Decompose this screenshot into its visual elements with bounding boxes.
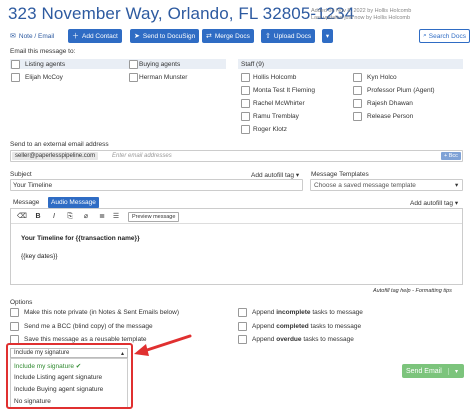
record-meta: Added on Nov 8, 2022 by Hollis Holcomb L… [311,8,411,22]
recipient-checkbox[interactable] [241,99,250,108]
italic-icon[interactable]: I [49,212,59,221]
search-docs-button[interactable]: ⌕ Search Docs [419,29,470,43]
recipient-name: Ramu Tremblay [253,113,299,120]
append-overdue-checkbox[interactable] [238,335,247,344]
send-docusign-button[interactable]: ➤ Send to DocuSign [130,29,200,43]
recipient-checkbox[interactable] [353,112,362,121]
bullet-list-icon[interactable]: ≣ [97,212,107,221]
append-completed-checkbox[interactable] [238,322,247,331]
email-chip[interactable]: seller@paperlesspipeline.com [12,152,99,160]
chevron-down-icon: ▾ [454,200,459,207]
recipient-checkbox[interactable] [11,73,20,82]
search-icon: ⌕ [423,32,427,39]
recipient-name: Herman Munster [139,74,188,81]
added-info: Added on Nov 8, 2022 by Hollis Holcomb [311,8,412,14]
page-header: 323 November Way, Orlando, FL 32805-1234… [8,4,468,28]
append-overdue-label: Append overdue tasks to message [252,336,354,343]
email-to-label: Email this message to: [10,48,76,55]
note-email-button[interactable]: ✉ Note / Email [6,29,58,43]
recipient-name: Rachel McWhirter [253,100,305,107]
autofill-help-link[interactable]: Autofill tag help [373,288,411,294]
external-email-placeholder: Enter email addresses [112,153,172,159]
chevron-down-icon: ▾ [455,182,459,189]
save-template-label: Save this message as a reusable template [24,336,147,343]
recipient-name: Hollis Holcomb [253,74,297,81]
recipient-name: Kyn Holco [367,74,397,81]
subject-autofill-dropdown[interactable]: Add autofill tag ▾ [251,171,299,179]
unlink-icon[interactable]: ⌀ [81,212,91,221]
message-autofill-dropdown[interactable]: Add autofill tag ▾ [410,199,458,207]
chevron-down-icon: ▾ [325,33,330,40]
add-bcc-button[interactable]: + Bcc [441,152,461,160]
recipient-name: Roger Klotz [253,126,287,133]
subject-input[interactable] [10,179,303,191]
send-icon: ➤ [134,33,140,40]
annotation-arrow [134,334,192,356]
bcc-me-label: Send me a BCC (blind copy) of the messag… [24,323,153,330]
recipient-name: Elijah McCoy [25,74,63,81]
recipient-name: Professor Plum (Agent) [367,87,435,94]
editor-toolbar: ⌫ B I ⎘ ⌀ ≣ ☰ Preview message [11,209,462,224]
updated-info: Last updated just now by Hollis Holcomb [311,15,411,21]
preview-message-button[interactable]: Preview message [128,212,180,222]
buying-agents-label: Buying agents [139,61,181,68]
send-email-button[interactable]: Send Email ▾ [402,364,464,378]
numbered-list-icon[interactable]: ☰ [111,212,121,221]
action-toolbar: ✉ Note / Email ＋ Add Contact ➤ Send to D… [6,29,470,44]
recipient-checkbox[interactable] [241,125,250,134]
message-line: {{key dates}} [21,253,58,260]
link-icon[interactable]: ⎘ [65,212,75,221]
chevron-down-icon[interactable]: ▾ [448,367,464,375]
recipient-checkbox[interactable] [129,73,138,82]
recipient-checkbox[interactable] [353,86,362,95]
more-button[interactable]: ▾ [322,29,333,43]
editor-help-links: Autofill tag help - Formatting tips [373,288,452,294]
mail-icon: ✉ [10,33,16,40]
upload-icon: ⇧ [265,33,271,40]
append-incomplete-checkbox[interactable] [238,308,247,317]
recipient-checkbox[interactable] [241,73,250,82]
recipient-name: Monta Test It Fleming [253,87,316,94]
buying-agents-checkbox[interactable] [129,60,138,69]
upload-docs-button[interactable]: ⇧ Upload Docs [261,29,316,43]
recipient-checkbox[interactable] [353,99,362,108]
message-editor[interactable]: ⌫ B I ⎘ ⌀ ≣ ☰ Preview message Your Timel… [10,208,463,285]
subject-label: Subject [10,171,32,178]
highlight-box [6,343,133,409]
private-note-checkbox[interactable] [10,308,19,317]
clear-format-icon[interactable]: ⌫ [17,212,27,221]
chevron-down-icon: ▾ [295,172,300,179]
recipient-checkbox[interactable] [353,73,362,82]
formatting-tips-link[interactable]: Formatting tips [416,288,452,294]
tab-audio-message[interactable]: Audio Message [48,197,99,208]
options-label: Options [10,299,33,306]
templates-label: Message Templates [311,171,369,178]
append-incomplete-label: Append incomplete tasks to message [252,309,363,316]
private-note-label: Make this note private (in Notes & Sent … [24,309,179,316]
staff-label: Staff (9) [241,61,265,68]
message-line: Your Timeline for {{transaction name}} [21,235,140,242]
external-email-label: Send to an external email address [10,141,109,148]
bold-icon[interactable]: B [33,212,43,221]
bcc-me-checkbox[interactable] [10,322,19,331]
page-title: 323 November Way, Orlando, FL 32805-1234 [8,4,355,23]
staff-group [238,59,463,69]
recipient-name: Release Person [367,113,414,120]
person-add-icon: ＋ [72,33,79,40]
recipient-checkbox[interactable] [241,112,250,121]
recipient-checkbox[interactable] [241,86,250,95]
subject-value: Your Timeline [13,182,53,189]
add-contact-button[interactable]: ＋ Add Contact [68,29,122,43]
template-placeholder: Choose a saved message template [314,182,416,189]
append-completed-label: Append completed tasks to message [252,323,362,330]
listing-agents-label: Listing agents [25,61,66,68]
recipient-name: Rajesh Dhawan [367,100,413,107]
tab-message[interactable]: Message [10,197,42,208]
listing-agents-checkbox[interactable] [11,60,20,69]
merge-icon: ⇄ [206,33,212,40]
merge-docs-button[interactable]: ⇄ Merge Docs [202,29,254,43]
